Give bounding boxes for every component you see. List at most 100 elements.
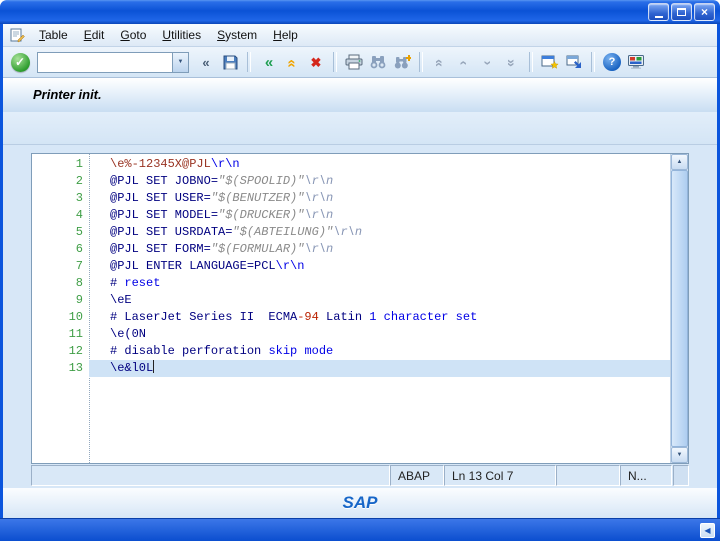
status-language-cell: ABAP [390, 465, 444, 486]
line-number: 4 [32, 207, 89, 224]
code-text: \e(0N [89, 326, 670, 343]
sap-gui-window: × Table Edit Goto Utilities System Help … [0, 0, 720, 541]
menu-system[interactable]: System [209, 25, 265, 45]
code-text: @PJL SET JOBNO="$(SPOOLID)"\r\n [89, 173, 670, 190]
first-page-icon: « [433, 59, 447, 65]
editor-line[interactable]: 8# reset [32, 275, 670, 292]
window-controls: × [648, 3, 715, 21]
help-button[interactable]: ? [601, 51, 623, 73]
print-button[interactable] [343, 51, 365, 73]
save-button[interactable] [219, 51, 241, 73]
editor-line[interactable]: 11\e(0N [32, 326, 670, 343]
editor-line[interactable]: 12# disable perforation skip mode [32, 343, 670, 360]
line-number: 6 [32, 241, 89, 258]
code-text: \eE [89, 292, 670, 309]
find-next-icon [393, 54, 411, 70]
save-icon [222, 54, 239, 71]
toolbar-separator [591, 52, 595, 72]
find-button[interactable] [367, 51, 389, 73]
editor-line[interactable]: 7@PJL ENTER LANGUAGE=PCL\r\n [32, 258, 670, 275]
command-combo: ▼ [37, 52, 189, 73]
new-session-button[interactable] [539, 51, 561, 73]
back-button[interactable]: « [257, 51, 279, 73]
close-button[interactable]: × [694, 3, 715, 21]
status-mode-cell: N... [620, 465, 672, 486]
scrollbar-thumb[interactable] [671, 170, 688, 447]
line-number: 5 [32, 224, 89, 241]
document-edit-icon [9, 27, 27, 43]
line-number: 8 [32, 275, 89, 292]
code-text: @PJL SET USER="$(BENUTZER)"\r\n [89, 190, 670, 207]
help-icon: ? [603, 53, 621, 71]
code-text: \e%-12345X@PJL\r\n [89, 156, 670, 173]
sap-logo: SAP [343, 493, 378, 513]
minimize-icon [655, 16, 663, 18]
bottom-statusbar: ◀ [0, 518, 720, 541]
code-text: @PJL SET MODEL="$(DRUCKER)"\r\n [89, 207, 670, 224]
customize-layout-button[interactable] [625, 51, 647, 73]
line-number: 7 [32, 258, 89, 275]
resize-grip[interactable] [673, 465, 689, 486]
last-page-icon: » [505, 59, 519, 65]
menu-utilities[interactable]: Utilities [154, 25, 209, 45]
menu-goto[interactable]: Goto [112, 25, 154, 45]
editor-line[interactable]: 9\eE [32, 292, 670, 309]
editor-line[interactable]: 5@PJL SET USRDATA="$(ABTEILUNG)"\r\n [32, 224, 670, 241]
code-text: @PJL ENTER LANGUAGE=PCL\r\n [89, 258, 670, 275]
editor-line[interactable]: 13\e&l0L [32, 360, 670, 377]
menu-table[interactable]: Table [31, 25, 76, 45]
minimize-button[interactable] [648, 3, 669, 21]
command-field[interactable] [38, 53, 172, 72]
text-caret [153, 360, 154, 373]
editor-line[interactable]: 6@PJL SET FORM="$(FORMULAR)"\r\n [32, 241, 670, 258]
line-number: 12 [32, 343, 89, 360]
editor-line[interactable]: 4@PJL SET MODEL="$(DRUCKER)"\r\n [32, 207, 670, 224]
menu-edit[interactable]: Edit [76, 25, 113, 45]
scroll-up-icon: ▲ [677, 159, 683, 165]
toolbar: ✓ ▼ « « « ✖ [3, 47, 717, 78]
scroll-up-button[interactable]: ▲ [671, 154, 688, 170]
first-page-button[interactable]: « [429, 51, 451, 73]
scroll-down-icon: ▼ [677, 452, 683, 458]
find-icon [369, 54, 387, 70]
line-number: 11 [32, 326, 89, 343]
status-empty-cell [556, 465, 620, 486]
editor-statusbar: ABAP Ln 13 Col 7 N... [31, 465, 689, 486]
previous-page-icon: ‹ [457, 61, 471, 64]
editor-line[interactable]: 1\e%-12345X@PJL\r\n [32, 156, 670, 173]
cancel-button[interactable]: ✖ [305, 51, 327, 73]
collapse-command-button[interactable]: « [195, 51, 217, 73]
statusbar-expand-button[interactable]: ◀ [700, 523, 715, 538]
page-title: Printer init. [3, 78, 717, 102]
toolbar-separator [419, 52, 423, 72]
editor-line[interactable]: 10# LaserJet Series II ECMA-94 Latin 1 c… [32, 309, 670, 326]
previous-page-button[interactable]: ‹ [453, 51, 475, 73]
next-page-icon: › [481, 61, 495, 64]
enter-button[interactable]: ✓ [9, 51, 31, 73]
command-dropdown-button[interactable]: ▼ [172, 53, 188, 72]
toolbar-separator [529, 52, 533, 72]
editor-line[interactable]: 2@PJL SET JOBNO="$(SPOOLID)"\r\n [32, 173, 670, 190]
text-editor[interactable]: 1\e%-12345X@PJL\r\n2@PJL SET JOBNO="$(SP… [31, 153, 689, 464]
scroll-down-button[interactable]: ▼ [671, 447, 688, 463]
collapse-icon: « [202, 56, 209, 69]
exit-icon: « [285, 59, 300, 65]
editor-scrollbar[interactable]: ▲ ▼ [670, 154, 688, 463]
create-shortcut-button[interactable] [563, 51, 585, 73]
screen-header: Printer init. [3, 78, 717, 112]
editor-line[interactable]: 3@PJL SET USER="$(BENUTZER)"\r\n [32, 190, 670, 207]
code-text: \e&l0L [89, 360, 670, 377]
last-page-button[interactable]: » [501, 51, 523, 73]
main-area: 1\e%-12345X@PJL\r\n2@PJL SET JOBNO="$(SP… [3, 145, 717, 488]
menu-help[interactable]: Help [265, 25, 306, 45]
find-next-button[interactable] [391, 51, 413, 73]
line-number: 2 [32, 173, 89, 190]
titlebar[interactable]: × [0, 0, 720, 24]
exit-button[interactable]: « [281, 51, 303, 73]
dropdown-icon: ▼ [178, 59, 184, 65]
application-toolbar [3, 112, 717, 145]
next-page-button[interactable]: › [477, 51, 499, 73]
scrollbar-track[interactable] [671, 170, 688, 447]
shortcut-icon [565, 54, 583, 70]
maximize-button[interactable] [671, 3, 692, 21]
